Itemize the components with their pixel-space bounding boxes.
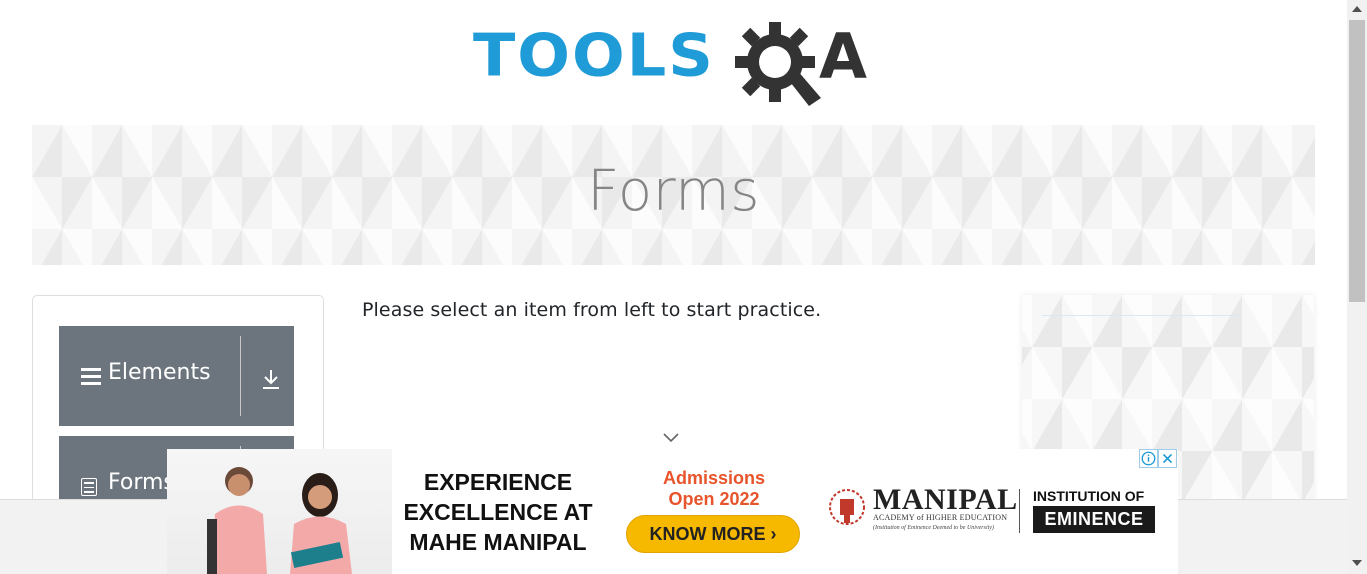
- eminence-badge: EMINENCE: [1033, 506, 1155, 533]
- manipal-tagline: (Institution of Eminence Deemed to be Un…: [873, 525, 994, 531]
- logo-tools-text: TOOLS: [473, 20, 715, 90]
- ad-admissions-text: Admissions Open 2022: [662, 468, 766, 509]
- gear-magnifier-icon: [735, 22, 821, 106]
- institution-of-text: INSTITUTION OF: [1033, 488, 1145, 504]
- page-title: Forms: [587, 159, 760, 224]
- info-icon[interactable]: [1139, 449, 1158, 468]
- sidebar-group-label: Forms: [108, 470, 175, 495]
- ad-headline: EXPERIENCE EXCELLENCE AT MAHE MANIPAL: [403, 469, 593, 555]
- advertisement-banner[interactable]: EXPERIENCE EXCELLENCE AT MAHE MANIPAL Ad…: [167, 449, 1178, 574]
- practice-prompt: Please select an item from left to start…: [362, 299, 822, 321]
- scrollbar-thumb[interactable]: [1349, 20, 1365, 302]
- logo-a-text: A: [819, 20, 867, 93]
- chevron-down-icon[interactable]: [661, 430, 681, 444]
- student-female-image: [290, 473, 352, 574]
- manipal-emblem-icon: [829, 489, 865, 525]
- page-scrollbar[interactable]: [1347, 0, 1367, 574]
- page-banner: Forms: [32, 125, 1315, 265]
- scroll-down-icon[interactable]: [1352, 560, 1362, 566]
- ad-students-photo: [167, 449, 392, 574]
- page: TOOLS A Forms Elements Forms Please sele…: [0, 0, 1347, 574]
- ad-line: [1042, 315, 1242, 316]
- document-icon: [81, 478, 97, 496]
- sidebar-group-label: Elements: [108, 360, 211, 385]
- divider: [1019, 489, 1020, 533]
- manipal-name: MANIPAL: [873, 483, 1018, 516]
- know-more-button[interactable]: KNOW MORE ›: [626, 515, 800, 553]
- close-icon[interactable]: [1158, 449, 1177, 468]
- scroll-up-icon[interactable]: [1352, 6, 1362, 12]
- hamburger-icon: [81, 368, 101, 386]
- site-logo[interactable]: TOOLS A: [473, 18, 877, 114]
- sidebar-group-elements[interactable]: Elements: [59, 326, 294, 426]
- divider: [240, 336, 241, 416]
- download-icon[interactable]: [261, 368, 281, 390]
- student-male-image: [207, 467, 267, 574]
- manipal-subtitle: ACADEMY of HIGHER EDUCATION: [873, 513, 1008, 522]
